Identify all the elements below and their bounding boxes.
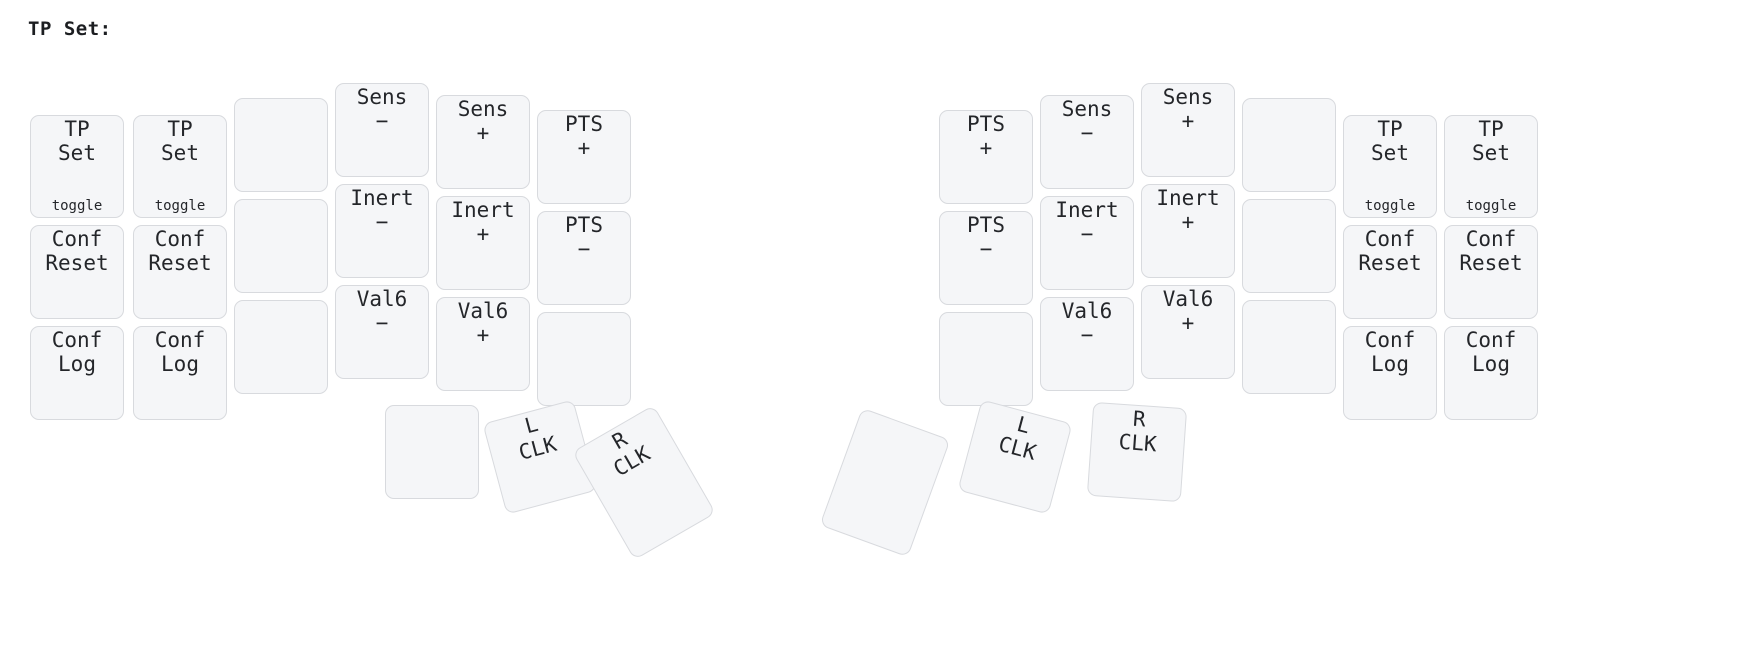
key-label: L CLK: [995, 411, 1039, 465]
right-column-1-key-1[interactable]: PTS +: [939, 110, 1033, 204]
right-column-1-key-2[interactable]: PTS −: [939, 211, 1033, 305]
key-label: PTS −: [967, 213, 1005, 261]
right-column-6-key-2[interactable]: Conf Reset: [1444, 225, 1538, 319]
right-column-3-key-1[interactable]: Sens +: [1141, 83, 1235, 177]
key-label: Conf Log: [1465, 328, 1517, 376]
right-column-1-key-3[interactable]: [939, 312, 1033, 406]
key-label: Val6 +: [1162, 287, 1214, 335]
key-label: R CLK: [1117, 406, 1158, 457]
right-column-3-key-2[interactable]: Inert +: [1141, 184, 1235, 278]
right-column-5-key-1[interactable]: TP Set toggle: [1343, 115, 1437, 218]
right-half: PTS + PTS − Sens − Inert − Val6 − Sens + Inert…: [0, 0, 1744, 660]
key-label: Inert −: [1055, 198, 1119, 246]
key-label: Conf Log: [1364, 328, 1416, 376]
key-label: Conf Reset: [1358, 227, 1422, 275]
right-column-2-key-3[interactable]: Val6 −: [1040, 297, 1134, 391]
right-column-6-key-1[interactable]: TP Set toggle: [1444, 115, 1538, 218]
right-column-5-key-2[interactable]: Conf Reset: [1343, 225, 1437, 319]
right-column-4-key-3[interactable]: [1242, 300, 1336, 394]
key-sublabel: toggle: [1465, 197, 1517, 214]
key-label: Inert +: [1156, 186, 1220, 234]
right-column-4-key-2[interactable]: [1242, 199, 1336, 293]
key-label: PTS +: [967, 112, 1005, 160]
right-column-2-key-2[interactable]: Inert −: [1040, 196, 1134, 290]
right-thumb-3[interactable]: R CLK: [1086, 401, 1188, 503]
right-thumb-2[interactable]: L CLK: [957, 399, 1073, 515]
right-column-5-key-3[interactable]: Conf Log: [1343, 326, 1437, 420]
key-label: Sens +: [1162, 85, 1214, 133]
keymap-canvas: TP Set toggle Conf Reset Conf Log TP Set togg…: [0, 0, 1744, 660]
right-thumb-1[interactable]: [819, 407, 951, 558]
right-column-2-key-1[interactable]: Sens −: [1040, 95, 1134, 189]
key-label: Sens −: [1061, 97, 1113, 145]
right-column-4-key-1[interactable]: [1242, 98, 1336, 192]
key-sublabel: toggle: [1364, 197, 1416, 214]
key-label: TP Set: [1472, 117, 1510, 165]
key-label: Conf Reset: [1459, 227, 1523, 275]
key-label: Val6 −: [1061, 299, 1113, 347]
key-label: TP Set: [1371, 117, 1409, 165]
right-column-6-key-3[interactable]: Conf Log: [1444, 326, 1538, 420]
right-column-3-key-3[interactable]: Val6 +: [1141, 285, 1235, 379]
